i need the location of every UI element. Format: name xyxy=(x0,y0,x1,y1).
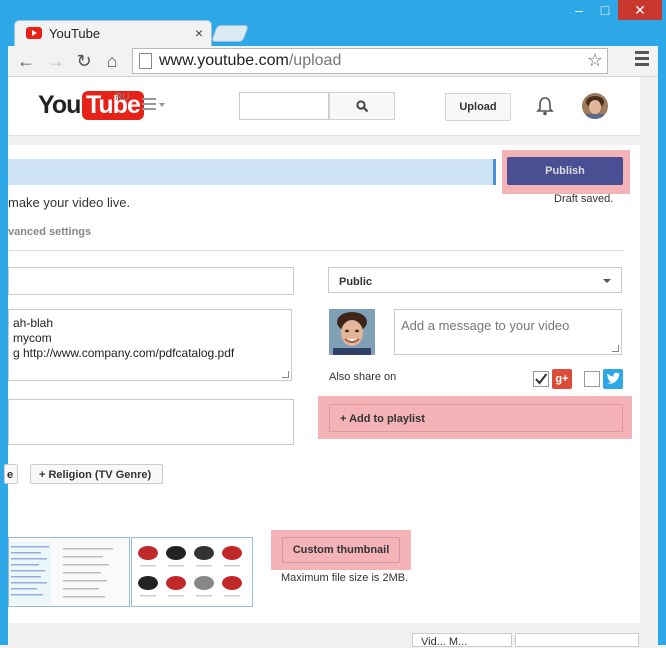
home-icon[interactable]: ⌂ xyxy=(100,49,124,73)
caps-thumbnail-icon xyxy=(138,546,242,597)
upload-button[interactable]: Upload xyxy=(445,93,511,121)
browser-menu-icon[interactable] xyxy=(635,51,649,69)
publish-button[interactable]: Publish xyxy=(507,157,623,185)
new-tab-button[interactable] xyxy=(210,25,250,42)
region-label: RU xyxy=(115,92,130,103)
browser-tab-youtube[interactable]: YouTube × xyxy=(14,20,212,47)
twitter-share-checkbox[interactable] xyxy=(584,371,600,387)
description-field[interactable]: ah-blah mycom g http://www.company.com/p… xyxy=(8,309,292,381)
address-bar[interactable]: www.youtube.com/upload ☆ xyxy=(132,48,608,74)
catalog-thumbnail-icon xyxy=(9,538,129,606)
browser-toolbar: ← → ↻ ⌂ www.youtube.com/upload ☆ xyxy=(8,46,658,77)
add-to-playlist-button[interactable]: + Add to playlist xyxy=(329,404,623,432)
search-button[interactable] xyxy=(329,92,395,120)
category-chip-partial[interactable]: e xyxy=(4,464,18,484)
search-icon xyxy=(355,99,368,112)
youtube-masthead: You Tube RU Upload xyxy=(8,77,640,136)
chevron-down-icon xyxy=(603,279,611,283)
google-plus-icon: g+ xyxy=(552,369,572,389)
gplus-share-checkbox[interactable] xyxy=(533,371,549,387)
tab-title: YouTube xyxy=(49,26,101,41)
description-line: g http://www.company.com/pdfcatalog.pdf xyxy=(13,346,235,360)
title-input[interactable] xyxy=(8,267,294,295)
upload-progress-bar xyxy=(8,159,496,185)
youtube-favicon-icon xyxy=(26,27,42,39)
forward-arrow-icon[interactable]: → xyxy=(44,49,68,73)
window-controls: – □ ✕ xyxy=(566,0,662,22)
resize-handle-icon[interactable] xyxy=(282,371,289,378)
page-icon xyxy=(139,53,152,69)
religion-genre-chip[interactable]: + Religion (TV Genre) xyxy=(30,464,163,484)
checkmark-icon xyxy=(535,373,548,385)
bookmark-star-icon[interactable]: ☆ xyxy=(587,50,603,71)
search-input[interactable] xyxy=(239,92,329,120)
chevron-down-icon xyxy=(159,103,165,107)
share-message-input[interactable]: Add a message to your video xyxy=(394,309,622,355)
logo-tube[interactable]: Tube xyxy=(82,91,144,120)
divider xyxy=(8,250,624,251)
close-tab-icon[interactable]: × xyxy=(195,25,203,41)
thumbnail-option[interactable] xyxy=(131,537,253,607)
avatar xyxy=(329,309,375,355)
custom-thumbnail-button[interactable]: Custom thumbnail xyxy=(282,537,400,563)
close-window-button[interactable]: ✕ xyxy=(618,0,662,20)
max-file-size-note: Maximum file size is 2MB. xyxy=(281,572,409,584)
guide-menu-icon[interactable] xyxy=(142,98,156,113)
maximize-button[interactable]: □ xyxy=(592,0,618,20)
privacy-select[interactable]: Public xyxy=(328,267,622,293)
privacy-value: Public xyxy=(339,276,373,288)
reload-icon[interactable]: ↻ xyxy=(72,49,96,73)
bell-icon[interactable] xyxy=(536,95,554,117)
tab-advanced-settings[interactable]: vanced settings xyxy=(8,226,91,238)
avatar[interactable] xyxy=(582,93,608,119)
description-line: ah-blah xyxy=(13,316,54,330)
url-text: www.youtube.com/upload xyxy=(159,52,342,69)
draft-status: Draft saved. xyxy=(554,193,614,205)
twitter-icon xyxy=(603,369,623,389)
minimize-button[interactable]: – xyxy=(566,0,592,20)
tags-field[interactable] xyxy=(8,399,294,445)
description-line: mycom xyxy=(13,331,52,345)
thumbnail-option[interactable] xyxy=(8,537,130,607)
back-arrow-icon[interactable]: ← xyxy=(14,49,38,73)
live-instruction: make your video live. xyxy=(8,195,131,210)
resize-handle-icon[interactable] xyxy=(612,345,619,352)
also-share-label: Also share on xyxy=(329,371,397,383)
logo-you[interactable]: You xyxy=(38,91,81,120)
